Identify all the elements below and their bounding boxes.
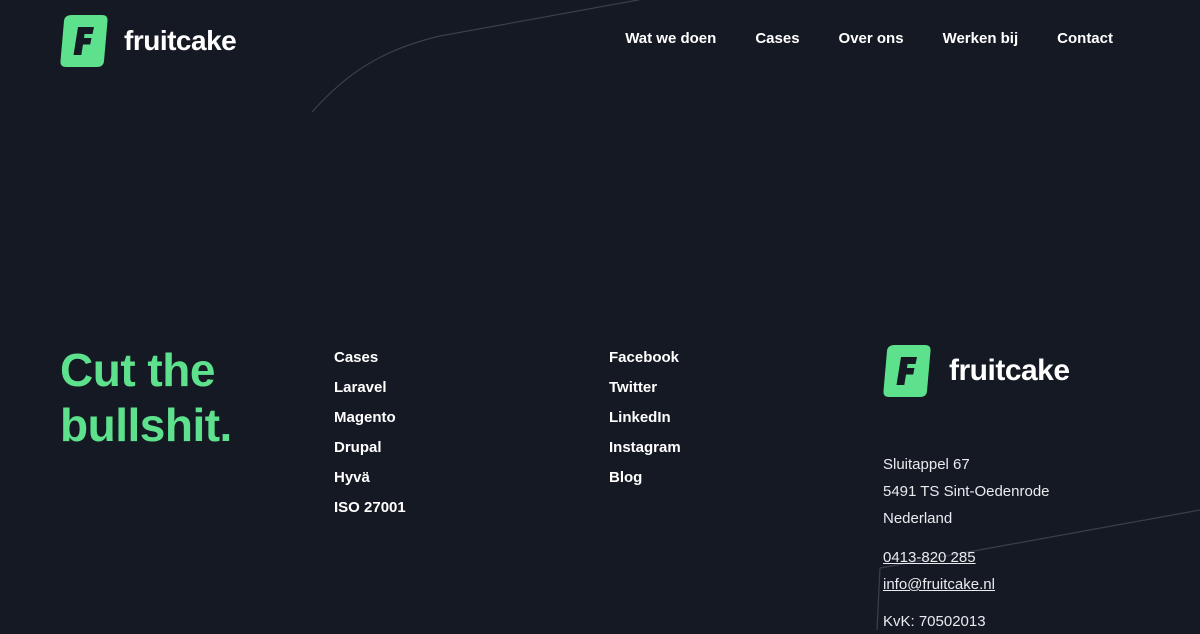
footer-link-laravel[interactable]: Laravel: [334, 379, 387, 396]
nav-link-werken-bij[interactable]: Werken bij: [943, 30, 1019, 48]
footer-link-cases[interactable]: Cases: [334, 349, 378, 366]
footer-link-facebook[interactable]: Facebook: [609, 349, 679, 366]
nav-link-wat-we-doen[interactable]: Wat we doen: [625, 30, 716, 48]
footer-link-instagram[interactable]: Instagram: [609, 439, 681, 456]
footer-logo-link[interactable]: fruitcake: [883, 345, 1070, 397]
fruitcake-f-logo-icon: [883, 345, 931, 397]
contact-links: 0413-820 285 info@fruitcake.nl: [883, 544, 995, 598]
tagline-line-1: Cut the: [60, 344, 215, 396]
footer-brand-name: fruitcake: [949, 354, 1070, 387]
main-navigation: Wat we doen Cases Over ons Werken bij Co…: [625, 30, 1113, 48]
nav-link-cases[interactable]: Cases: [755, 30, 799, 48]
kvk-number: KvK: 70502013: [883, 613, 986, 630]
phone-link[interactable]: 0413-820 285: [883, 544, 995, 571]
header-logo-link[interactable]: fruitcake: [60, 15, 237, 67]
address-city: 5491 TS Sint-Oedenrode: [883, 483, 1050, 500]
company-address: Sluitappel 67 5491 TS Sint-Oedenrode Ned…: [883, 451, 1050, 532]
footer-link-linkedin[interactable]: LinkedIn: [609, 409, 671, 426]
footer-social-links: Facebook Twitter LinkedIn Instagram Blog: [609, 348, 681, 498]
footer-link-magento[interactable]: Magento: [334, 409, 396, 426]
footer-link-iso-27001[interactable]: ISO 27001: [334, 499, 406, 516]
email-link[interactable]: info@fruitcake.nl: [883, 571, 995, 598]
footer-link-blog[interactable]: Blog: [609, 469, 642, 486]
decorative-curve-lines: [311, 0, 1200, 630]
footer-link-drupal[interactable]: Drupal: [334, 439, 382, 456]
nav-link-contact[interactable]: Contact: [1057, 30, 1113, 48]
fruitcake-f-logo-icon: [60, 15, 108, 67]
address-street: Sluitappel 67: [883, 456, 970, 473]
address-country: Nederland: [883, 510, 953, 527]
footer-services-links: Cases Laravel Magento Drupal Hyvä ISO 27…: [334, 348, 406, 528]
footer-link-twitter[interactable]: Twitter: [609, 379, 657, 396]
nav-link-over-ons[interactable]: Over ons: [839, 30, 904, 48]
footer-tagline: Cut the bullshit.: [60, 343, 232, 453]
tagline-line-2: bullshit.: [60, 399, 232, 451]
footer-link-hyva[interactable]: Hyvä: [334, 469, 370, 486]
brand-name: fruitcake: [124, 25, 237, 56]
